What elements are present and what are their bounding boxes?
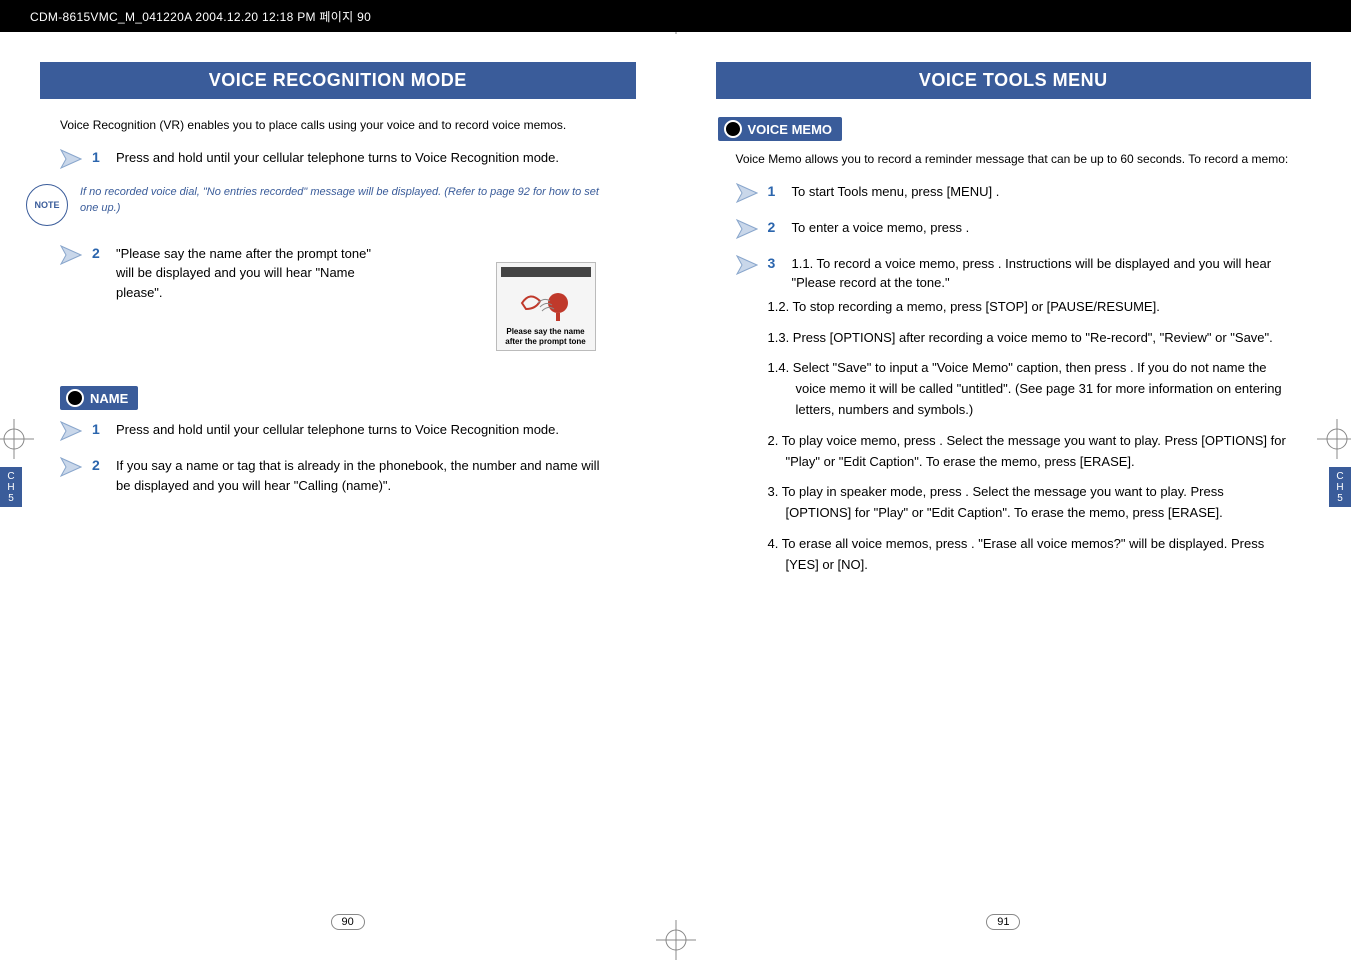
phone-mouth-mic-icon bbox=[516, 283, 576, 323]
name-heading: NAME bbox=[60, 386, 138, 410]
page-right: VOICE TOOLS MENU VOICE MEMO Voice Memo a… bbox=[676, 32, 1351, 954]
name-step-1-text: Press and hold until your cellular telep… bbox=[116, 420, 616, 440]
right-step-2: 2 To enter a voice memo, press . bbox=[736, 218, 1292, 240]
phone-status-icons bbox=[501, 267, 591, 277]
left-title: VOICE RECOGNITION MODE bbox=[40, 62, 636, 99]
right-page-number: 91 bbox=[986, 914, 1020, 930]
doc-header: CDM-8615VMC_M_041220A 2004.12.20 12:18 P… bbox=[0, 0, 1351, 32]
left-intro: Voice Recognition (VR) enables you to pl… bbox=[60, 117, 616, 134]
step-flag-icon bbox=[736, 254, 758, 276]
left-note: NOTE If no recorded voice dial, "No entr… bbox=[26, 184, 616, 226]
step-flag-icon bbox=[736, 218, 758, 240]
right-item-4: 4. To erase all voice memos, press . "Er… bbox=[736, 534, 1292, 576]
step-flag-icon bbox=[60, 420, 82, 442]
memo-intro: Voice Memo allows you to record a remind… bbox=[736, 151, 1292, 168]
right-item-2: 2. To play voice memo, press . Select th… bbox=[736, 431, 1292, 473]
right-step-3-2: 1.2. To stop recording a memo, press [ST… bbox=[736, 297, 1292, 318]
step-flag-icon bbox=[736, 182, 758, 204]
phone-caption: Please say the name after the prompt ton… bbox=[501, 327, 591, 346]
step-2-text: "Please say the name after the prompt to… bbox=[116, 244, 390, 303]
step-2-num: 2 bbox=[92, 245, 106, 261]
page-left: VOICE RECOGNITION MODE Voice Recognition… bbox=[0, 32, 676, 954]
step-1-text: Press and hold until your cellular telep… bbox=[116, 148, 616, 168]
right-step-3-1: 1.1. To record a voice memo, press . Ins… bbox=[792, 254, 1292, 293]
doc-header-text: CDM-8615VMC_M_041220A 2004.12.20 12:18 P… bbox=[30, 8, 371, 25]
left-step-1: 1 Press and hold until your cellular tel… bbox=[60, 148, 616, 170]
right-item-3: 3. To play in speaker mode, press . Sele… bbox=[736, 482, 1292, 524]
note-text: If no recorded voice dial, "No entries r… bbox=[80, 184, 616, 217]
right-step-3-3: 1.3. Press [OPTIONS] after recording a v… bbox=[736, 328, 1292, 349]
right-step-1: 1 To start Tools menu, press [MENU] . bbox=[736, 182, 1292, 204]
step-1-num: 1 bbox=[92, 149, 106, 165]
left-step-2: 2 "Please say the name after the prompt … bbox=[60, 244, 390, 303]
step-flag-icon bbox=[60, 148, 82, 170]
phone-mock-screenshot: Please say the name after the prompt ton… bbox=[496, 262, 596, 351]
name-step-2: 2 If you say a name or tag that is alrea… bbox=[60, 456, 616, 495]
voice-memo-heading: VOICE MEMO bbox=[718, 117, 843, 141]
left-page-number: 90 bbox=[331, 914, 365, 930]
right-step-3-4: 1.4. Select "Save" to input a "Voice Mem… bbox=[736, 358, 1292, 420]
right-title: VOICE TOOLS MENU bbox=[716, 62, 1312, 99]
right-step-3: 3 1.1. To record a voice memo, press . I… bbox=[736, 254, 1292, 293]
step-flag-icon bbox=[60, 456, 82, 478]
name-step-1: 1 Press and hold until your cellular tel… bbox=[60, 420, 616, 442]
right-step-2-text: To enter a voice memo, press . bbox=[792, 218, 1292, 238]
right-step-1-text: To start Tools menu, press [MENU] . bbox=[792, 182, 1292, 202]
note-icon: NOTE bbox=[26, 184, 68, 226]
name-step-2-text: If you say a name or tag that is already… bbox=[116, 456, 616, 495]
step-flag-icon bbox=[60, 244, 82, 266]
